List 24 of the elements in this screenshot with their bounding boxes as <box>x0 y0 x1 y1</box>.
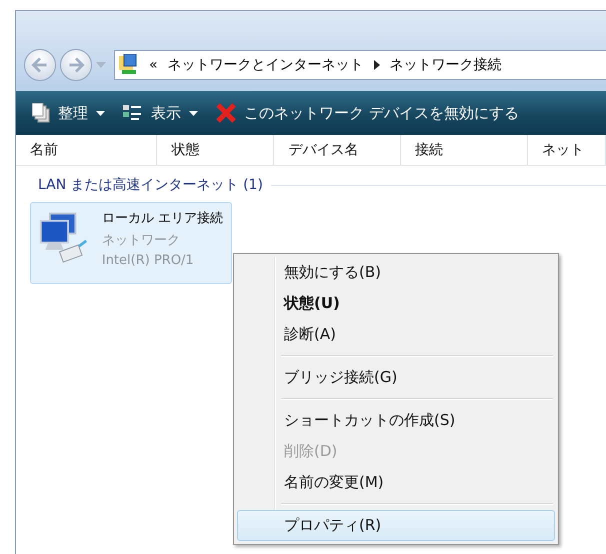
connection-item[interactable]: ローカル エリア接続 ネットワーク Intel(R) PRO/1 <box>30 202 232 284</box>
adapter-name: Intel(R) PRO/1 <box>102 253 195 268</box>
menu-item[interactable]: 無効にする(B) <box>237 257 555 288</box>
breadcrumb-item[interactable]: ネットワークとインターネット <box>168 56 364 74</box>
menu-item[interactable]: 名前の変更(M) <box>237 467 555 498</box>
menu-item[interactable]: 状態(U) <box>237 288 555 319</box>
column-header[interactable]: デバイス名 <box>274 135 402 165</box>
toolbar-button[interactable]: 表示 <box>121 102 200 124</box>
column-header[interactable]: 状態 <box>157 135 274 165</box>
network-name: ネットワーク <box>102 232 181 249</box>
toolbar-button[interactable]: 整理 <box>30 101 107 125</box>
breadcrumb-item[interactable]: ネットワーク接続 <box>390 56 502 74</box>
connection-name: ローカル エリア接続 <box>102 210 223 227</box>
column-header[interactable]: ネット <box>528 135 606 165</box>
group-header: LAN または高速インターネット (1) <box>38 176 263 194</box>
column-header[interactable]: 名前 <box>16 135 158 165</box>
toolbar-button[interactable]: このネットワーク デバイスを無効にする <box>214 101 521 125</box>
column-header[interactable]: 接続 <box>401 135 528 165</box>
menu-item[interactable]: ブリッジ接続(G) <box>237 362 555 393</box>
menu-item[interactable]: 診断(A) <box>237 319 555 350</box>
menu-item[interactable]: ショートカットの作成(S) <box>237 405 555 436</box>
breadcrumb-overflow[interactable]: « <box>149 57 158 73</box>
menu-item[interactable]: プロパティ(R) <box>237 510 555 541</box>
address-bar[interactable]: « ネットワークとインターネット ネットワーク接続 <box>114 50 606 80</box>
